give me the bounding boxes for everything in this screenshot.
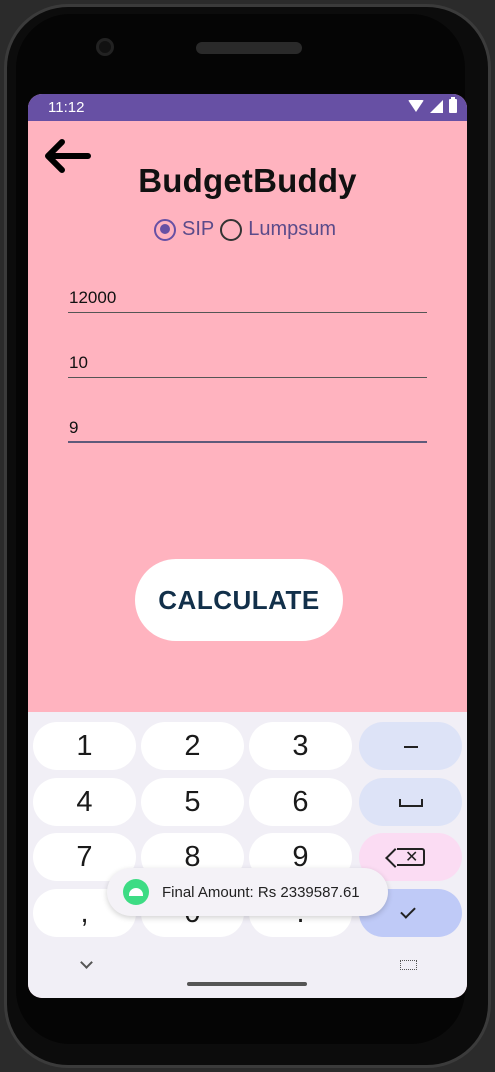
monthly-amount-field[interactable]: 12000	[68, 283, 427, 313]
signal-icon	[430, 99, 443, 113]
key-4[interactable]: 4	[33, 778, 136, 826]
key-2[interactable]: 2	[141, 722, 244, 770]
backspace-icon: ✕	[397, 848, 425, 866]
radio-checked-icon	[154, 218, 176, 241]
status-icons	[408, 97, 457, 113]
radio-unchecked-icon	[220, 218, 243, 241]
radio-sip-label: SIP	[182, 218, 215, 240]
space-icon	[398, 799, 423, 808]
status-bar: 11:12	[28, 94, 467, 121]
key-1[interactable]: 1	[33, 722, 136, 770]
key-3[interactable]: 3	[249, 722, 352, 770]
status-time: 11:12	[48, 99, 85, 116]
toast-text: Final Amount: Rs 2339587.61	[162, 883, 360, 901]
calculate-button[interactable]: CALCULATE	[135, 559, 343, 641]
key-minus[interactable]	[359, 722, 462, 770]
key-space[interactable]	[359, 778, 462, 826]
hide-keyboard-chevron-icon[interactable]	[80, 956, 93, 969]
result-toast: Final Amount: Rs 2339587.61	[107, 868, 388, 916]
navigation-bar	[28, 950, 467, 998]
wifi-icon	[408, 100, 424, 112]
radio-sip[interactable]: SIP	[154, 218, 214, 241]
minus-icon	[403, 746, 418, 749]
keyboard-switch-icon[interactable]	[400, 960, 417, 970]
front-camera	[96, 38, 114, 56]
gesture-handle[interactable]	[187, 982, 307, 986]
key-5[interactable]: 5	[141, 778, 244, 826]
radio-lumpsum-label: Lumpsum	[248, 218, 337, 240]
rate-field[interactable]: 9	[68, 413, 427, 443]
radio-lumpsum[interactable]: Lumpsum	[220, 218, 336, 241]
screen: 11:12 BudgetBuddy SIP Lumpsum 12000 10 9…	[28, 94, 467, 998]
battery-icon	[449, 97, 457, 113]
earpiece-speaker	[196, 42, 302, 54]
investment-type-radio-group: SIP Lumpsum	[154, 218, 342, 241]
app-title: BudgetBuddy	[138, 162, 357, 199]
android-icon	[123, 879, 149, 905]
years-field[interactable]: 10	[68, 348, 427, 378]
check-icon	[400, 903, 416, 919]
key-6[interactable]: 6	[249, 778, 352, 826]
